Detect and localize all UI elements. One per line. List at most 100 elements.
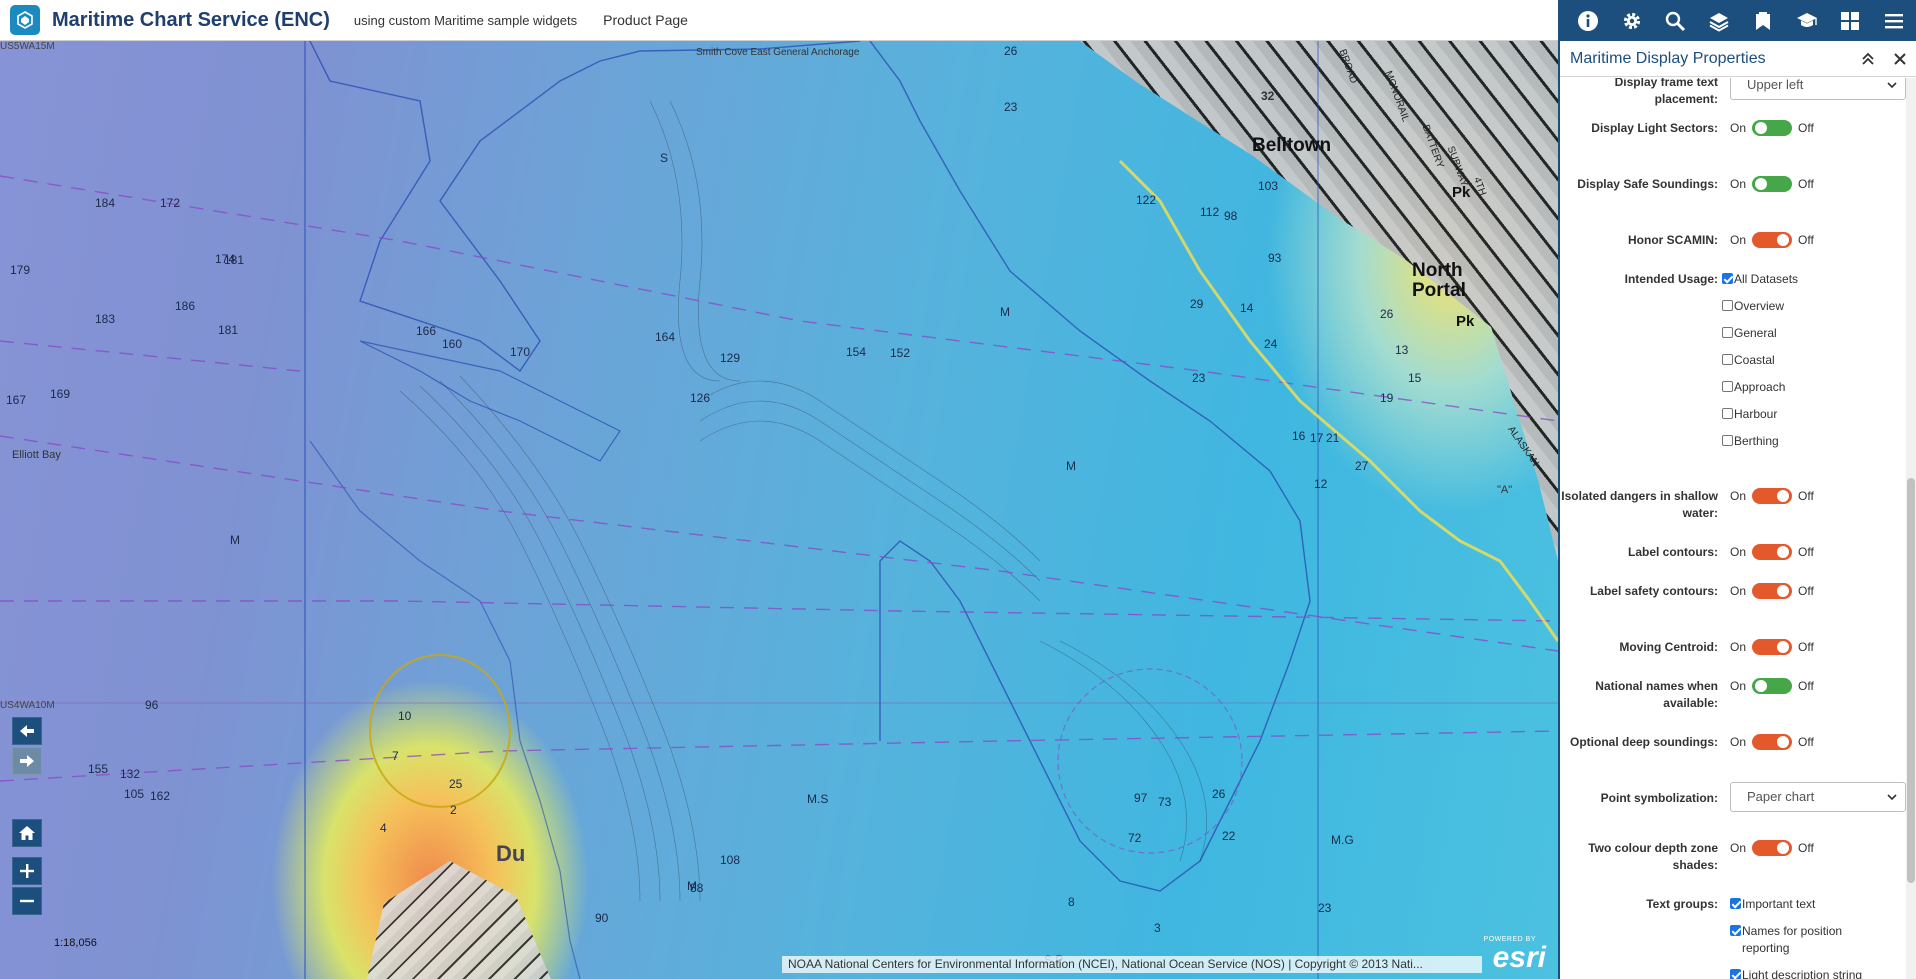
checkbox[interactable] [1722, 273, 1733, 284]
depth-sounding: 155 [88, 762, 109, 776]
close-panel-button[interactable] [1884, 43, 1916, 75]
two-colour-toggle[interactable] [1752, 840, 1793, 856]
checkbox[interactable] [1730, 898, 1741, 909]
checkbox[interactable] [1722, 408, 1733, 419]
chevron-down-icon [1887, 82, 1897, 89]
depth-sounding: 72 [1128, 831, 1142, 845]
depth-sounding: 103 [1258, 179, 1279, 193]
depth-sounding: 26 [1212, 787, 1226, 801]
moving-centroid-toggle[interactable] [1752, 639, 1793, 655]
label-safety-contours-toggle[interactable] [1752, 583, 1793, 599]
checkbox[interactable] [1722, 435, 1733, 446]
depth-sounding: 184 [95, 196, 116, 210]
esri-logo[interactable]: esri [1493, 941, 1546, 975]
depth-sounding: 97 [1134, 791, 1148, 805]
frame-text-select[interactable]: Upper left [1730, 78, 1906, 100]
depth-sounding: 10 [398, 709, 412, 723]
point-symbolization-label: Point symbolization: [1600, 791, 1718, 805]
off-label: Off [1798, 489, 1814, 503]
info-icon[interactable] [1566, 0, 1610, 41]
checkbox[interactable] [1722, 381, 1733, 392]
usage-option-general[interactable]: General [1722, 325, 1777, 342]
off-label: Off [1798, 233, 1814, 247]
previous-extent-button[interactable] [12, 717, 42, 745]
usage-option-approach[interactable]: Approach [1722, 379, 1785, 396]
depth-sounding: 19 [1380, 391, 1394, 405]
on-label: On [1730, 735, 1747, 749]
depth-sounding: 170 [510, 345, 531, 359]
scrollbar-thumb[interactable] [1907, 478, 1915, 883]
map-attribution[interactable]: NOAA National Centers for Environmental … [782, 956, 1482, 973]
depth-sounding: 26 [1004, 44, 1018, 58]
checkbox[interactable] [1722, 327, 1733, 338]
depth-sounding: M [1000, 305, 1010, 319]
panel-body[interactable]: Display frame text placement: Upper left… [1560, 78, 1906, 979]
gear-icon[interactable] [1610, 0, 1654, 41]
product-page-link[interactable]: Product Page [603, 12, 688, 28]
on-label: On [1730, 545, 1747, 559]
light-sectors-label: Display Light Sectors: [1591, 121, 1718, 135]
bookmark-icon[interactable] [1741, 0, 1785, 41]
depth-sounding: 152 [890, 346, 911, 360]
depth-sounding: M [230, 533, 240, 547]
checkbox[interactable] [1722, 300, 1733, 311]
text-group-important[interactable]: Important text [1730, 896, 1890, 913]
usage-option-harbour[interactable]: Harbour [1722, 406, 1777, 423]
depth-sounding: 105 [124, 787, 145, 801]
menu-icon[interactable] [1872, 0, 1916, 41]
zoom-in-button[interactable] [12, 857, 42, 885]
usage-option-coastal[interactable]: Coastal [1722, 352, 1775, 369]
moving-centroid-toggle-group: On Off [1730, 639, 1814, 655]
national-names-label: National names when available: [1595, 679, 1718, 710]
intended-usage-label: Intended Usage: [1624, 272, 1718, 286]
home-button[interactable] [12, 819, 42, 847]
usage-option-overview[interactable]: Overview [1722, 298, 1784, 315]
place-label: Elliott Bay [12, 449, 61, 461]
scamin-toggle[interactable] [1752, 232, 1793, 248]
depth-sounding: 17 [1310, 431, 1324, 445]
point-symbolization-select[interactable]: Paper chart [1730, 782, 1906, 812]
text-group-light-description[interactable]: Light description string [1730, 967, 1890, 979]
panel-scrollbar[interactable] [1906, 78, 1916, 979]
depth-sounding: 129 [720, 351, 741, 365]
depth-sounding: 25 [449, 777, 463, 791]
safe-soundings-toggle[interactable] [1752, 176, 1793, 192]
graduation-cap-icon[interactable] [1785, 0, 1829, 41]
checkbox[interactable] [1722, 354, 1733, 365]
depth-sounding: 108 [720, 853, 741, 867]
label-contours-toggle[interactable] [1752, 544, 1793, 560]
depth-sounding: 162 [150, 789, 171, 803]
deep-soundings-toggle[interactable] [1752, 734, 1793, 750]
text-group-position-reporting[interactable]: Names for position reporting [1730, 923, 1890, 957]
cell-label: US5WA15M [0, 41, 55, 52]
two-colour-toggle-group: On Off [1730, 840, 1814, 856]
national-names-toggle-group: On Off [1730, 678, 1814, 694]
collapse-panel-button[interactable] [1852, 43, 1884, 75]
next-extent-button[interactable] [12, 747, 42, 775]
zoom-out-button[interactable] [12, 887, 42, 915]
usage-option-berthing[interactable]: Berthing [1722, 433, 1779, 450]
place-label: Du [496, 841, 526, 866]
depth-sounding: 23 [1192, 371, 1206, 385]
depth-sounding: 23 [1318, 901, 1332, 915]
moving-centroid-label: Moving Centroid: [1619, 640, 1718, 654]
depth-sounding: 96 [145, 698, 159, 712]
depth-sounding: 24 [1264, 337, 1278, 351]
deep-soundings-toggle-group: On Off [1730, 734, 1814, 750]
safe-soundings-toggle-group: On Off [1730, 176, 1814, 192]
light-sectors-toggle[interactable] [1752, 120, 1793, 136]
app-subtitle: using custom Maritime sample widgets [353, 12, 578, 28]
close-icon [1894, 52, 1906, 65]
map-view[interactable]: US5WA15M US4WA10M Smith Cove East Genera… [0, 41, 1558, 979]
national-names-toggle[interactable] [1752, 678, 1793, 694]
usage-option-all-datasets[interactable]: All Datasets [1722, 271, 1798, 288]
search-icon[interactable] [1654, 0, 1698, 41]
grid-icon[interactable] [1829, 0, 1873, 41]
checkbox[interactable] [1730, 925, 1741, 936]
frame-text-value: Upper left [1747, 78, 1804, 92]
checkbox[interactable] [1730, 969, 1741, 979]
isolated-dangers-toggle[interactable] [1752, 488, 1793, 504]
point-symbolization-value: Paper chart [1747, 789, 1815, 804]
depth-sounding: 183 [95, 312, 116, 326]
layers-icon[interactable] [1697, 0, 1741, 41]
